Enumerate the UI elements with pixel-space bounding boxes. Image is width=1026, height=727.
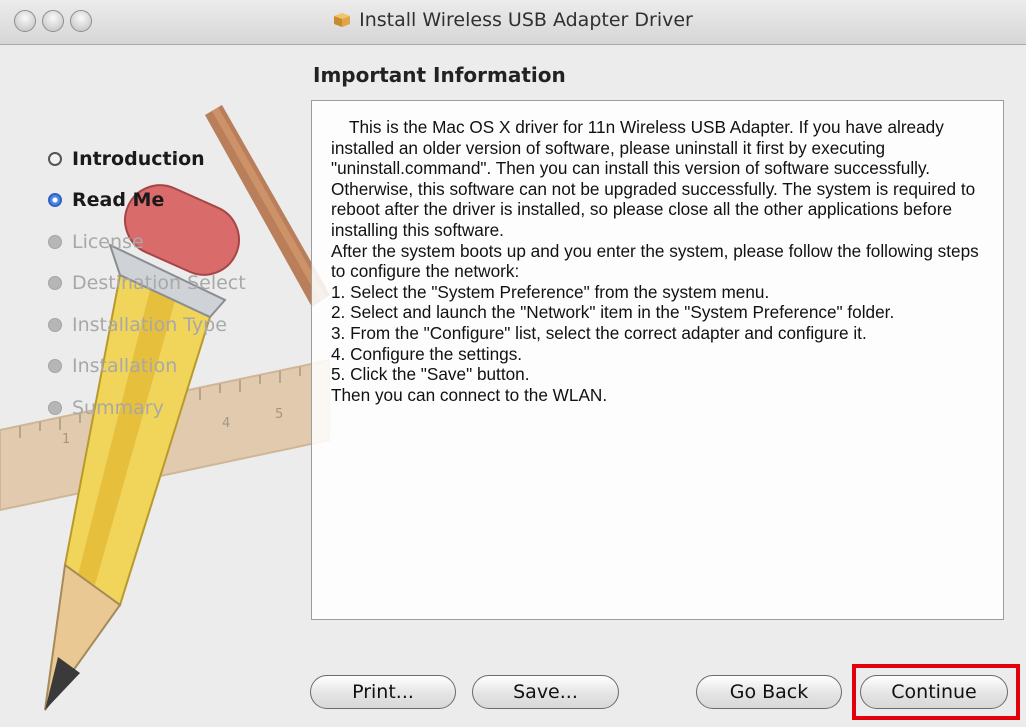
step-pending-bullet-icon	[48, 359, 62, 374]
readme-step-2: 2. Select and launch the "Network" item …	[331, 302, 895, 323]
step-label: Installation	[72, 355, 178, 378]
step-label: Installation Type	[72, 313, 227, 336]
print-button[interactable]: Print...	[310, 675, 456, 709]
readme-step-5: 5. Click the "Save" button.	[331, 364, 530, 385]
window-title: Install Wireless USB Adapter Driver	[359, 9, 693, 31]
go-back-button[interactable]: Go Back	[696, 675, 842, 709]
step-installation: Installation	[48, 346, 246, 388]
step-introduction: Introduction	[48, 138, 246, 180]
step-installation-type: Installation Type	[48, 304, 246, 346]
step-license: License	[48, 221, 246, 263]
step-label: Destination Select	[72, 272, 246, 295]
step-destination-select: Destination Select	[48, 263, 246, 305]
readme-intro-paragraph: This is the Mac OS X driver for 11n Wire…	[331, 117, 976, 240]
step-label: Summary	[72, 396, 164, 419]
step-pending-bullet-icon	[48, 234, 62, 249]
installer-steps: Introduction Read Me License Destination…	[48, 138, 246, 429]
step-pending-bullet-icon	[48, 276, 62, 291]
window-title-bar-text: Install Wireless USB Adapter Driver	[0, 9, 1026, 31]
step-pending-bullet-icon	[48, 400, 62, 415]
step-summary: Summary	[48, 387, 246, 429]
continue-highlight-box	[852, 664, 1020, 720]
page-title: Important Information	[313, 63, 566, 87]
readme-content: This is the Mac OS X driver for 11n Wire…	[331, 117, 997, 405]
readme-step-1: 1. Select the "System Preference" from t…	[331, 281, 770, 302]
readme-lead-paragraph: After the system boots up and you enter …	[331, 240, 979, 282]
package-icon	[334, 13, 351, 27]
window-titlebar: Install Wireless USB Adapter Driver	[0, 0, 1026, 45]
readme-step-3: 3. From the "Configure" list, select the…	[331, 322, 867, 343]
step-done-bullet-icon	[48, 151, 62, 166]
step-label: Read Me	[72, 189, 165, 212]
step-current-bullet-icon	[48, 193, 62, 208]
step-read-me: Read Me	[48, 180, 246, 222]
readme-closing: Then you can connect to the WLAN.	[331, 384, 608, 405]
svg-text:5: 5	[275, 407, 283, 422]
save-button[interactable]: Save...	[472, 675, 619, 709]
svg-text:1: 1	[62, 432, 70, 447]
step-label: Introduction	[72, 147, 205, 170]
readme-step-4: 4. Configure the settings.	[331, 343, 523, 364]
step-pending-bullet-icon	[48, 317, 62, 332]
step-label: License	[72, 230, 144, 253]
